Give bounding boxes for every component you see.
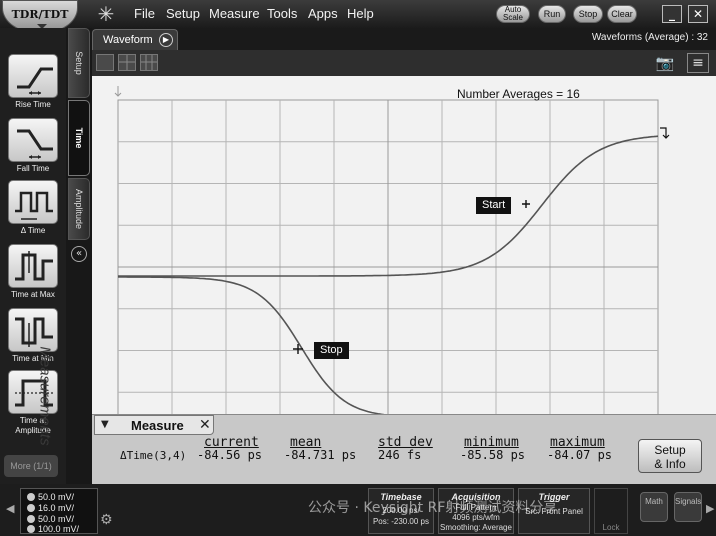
acquisition-smoothing: Smoothing: Average xyxy=(440,523,512,532)
waveform-header: Waveform ▶ Waveforms (Average) : 32 xyxy=(92,28,716,50)
time-at-amplitude-tool[interactable]: Time at Amplitude xyxy=(2,370,64,436)
collapse-left-icon[interactable]: « xyxy=(71,246,87,262)
value-maximum: -84.07 ps xyxy=(547,448,613,462)
app-logo-label: TDR/TDT xyxy=(11,8,69,21)
tab-time-label: Time xyxy=(74,127,84,149)
value-minimum: -85.58 ps xyxy=(460,448,526,462)
delta-time-label: Δ Time xyxy=(20,226,46,235)
signals-label: Signals xyxy=(675,497,702,506)
channel-3-icon xyxy=(27,515,35,523)
time-at-amplitude-label: Time at Amplitude xyxy=(15,416,51,435)
fall-time-icon xyxy=(8,118,58,162)
channel-4-scale: 100.0 mV/ xyxy=(27,524,79,534)
side-tabs: Setup Time Amplitude « xyxy=(66,28,92,484)
time-at-max-icon xyxy=(8,244,58,288)
value-std-dev: 246 fs xyxy=(378,448,422,462)
close-button[interactable]: ✕ xyxy=(688,5,708,23)
tab-setup-label: Setup xyxy=(74,51,84,75)
value-mean: -84.731 ps xyxy=(284,448,357,462)
menu-bar: TDR/TDT ✳ File Setup Measure Tools Apps … xyxy=(0,0,716,34)
scroll-right-icon[interactable]: ▶ xyxy=(706,502,714,515)
time-at-min-icon xyxy=(8,308,58,352)
sparkle-icon[interactable]: ✳ xyxy=(94,2,118,26)
measure-tab[interactable]: ▼ Measure ✕ xyxy=(94,415,214,435)
menu-file[interactable]: File xyxy=(134,6,155,21)
split-layout-icon[interactable] xyxy=(118,54,136,71)
menu-apps[interactable]: Apps xyxy=(308,6,338,21)
delta-time-icon xyxy=(8,180,58,224)
trigger-lock: Lock xyxy=(602,523,620,532)
menu-measure[interactable]: Measure xyxy=(209,6,260,21)
measurement-name: ΔTime(3,4) xyxy=(120,449,187,462)
gear-icon[interactable]: ⚙ xyxy=(100,512,113,528)
rise-time-label: Rise Time xyxy=(15,100,51,109)
channel-3-scale: 50.0 mV/ xyxy=(27,514,74,524)
tab-time[interactable]: Time xyxy=(68,100,90,176)
measure-panel: ▼ Measure ✕ current mean std dev minimum… xyxy=(92,414,716,484)
measurements-label: Measurements xyxy=(36,346,54,446)
waveform-graph[interactable] xyxy=(92,76,716,434)
tab-setup[interactable]: Setup xyxy=(68,28,90,98)
rise-time-icon xyxy=(8,54,58,98)
value-current: -84.56 ps xyxy=(197,448,263,462)
time-at-min-label: Time at Min xyxy=(12,354,54,363)
channel-1-icon xyxy=(27,493,35,501)
time-at-min-tool[interactable]: Time at Min xyxy=(2,308,64,374)
channel-1-scale: 50.0 mV/ xyxy=(27,492,74,502)
delta-time-tool[interactable]: Δ Time xyxy=(2,180,64,246)
measurement-toolbar: Rise Time Fall Time Δ Time Time at Max T… xyxy=(0,28,66,484)
setup-info-button[interactable]: Setup & Info xyxy=(638,439,702,473)
setup-info-line-1: Setup xyxy=(654,443,686,457)
menu-help[interactable]: Help xyxy=(347,6,374,21)
menu-icon[interactable]: ≡ xyxy=(687,53,709,73)
play-icon[interactable]: ▶ xyxy=(159,33,173,47)
tab-amplitude-label: Amplitude xyxy=(74,188,84,230)
time-at-max-tool[interactable]: Time at Max xyxy=(2,244,64,310)
trigger-marker-icon xyxy=(114,86,122,97)
waveform-count: Waveforms (Average) : 32 xyxy=(591,32,708,43)
channel-4-icon xyxy=(27,525,35,533)
menu-tools[interactable]: Tools xyxy=(267,6,297,21)
tab-amplitude[interactable]: Amplitude xyxy=(68,178,90,240)
more-tools-button[interactable]: More (1/1) xyxy=(4,455,58,477)
channel-2-scale: 16.0 mV/ xyxy=(27,503,74,513)
channel-2-icon xyxy=(27,504,35,512)
tile-layout-icon[interactable] xyxy=(140,54,158,71)
minimize-button[interactable]: _ xyxy=(662,5,682,23)
channel-scales[interactable]: 50.0 mV/ 16.0 mV/ 50.0 mV/ 100.0 mV/ xyxy=(20,488,98,534)
math-label: Math xyxy=(645,497,663,506)
waveform-toolbar: 📷 ≡ xyxy=(92,50,716,76)
run-button[interactable]: Run xyxy=(538,5,566,23)
scroll-left-icon[interactable]: ◀ xyxy=(6,502,14,515)
fall-time-tool[interactable]: Fall Time xyxy=(2,118,64,184)
time-at-max-label: Time at Max xyxy=(11,290,55,299)
setup-info-line-2: & Info xyxy=(654,457,686,471)
waveform-plot[interactable]: Number Averages = 16 Start Stop xyxy=(92,76,716,434)
rise-time-tool[interactable]: Rise Time xyxy=(2,54,64,120)
menu-setup[interactable]: Setup xyxy=(166,6,200,21)
auto-scale-button[interactable]: Auto Scale xyxy=(496,5,530,23)
tab-waveform[interactable]: Waveform ▶ xyxy=(92,29,178,50)
watermark-text: 公众号 · Keysight RF射频测试资料分享 xyxy=(308,500,558,516)
single-layout-icon[interactable] xyxy=(96,54,114,71)
lock-indicator: Lock xyxy=(594,488,628,534)
number-averages: Number Averages = 16 xyxy=(457,87,580,101)
camera-icon[interactable]: 📷 xyxy=(653,54,677,72)
chevron-down-icon[interactable]: ▼ xyxy=(101,419,109,430)
start-marker[interactable]: Start xyxy=(476,197,512,214)
fall-time-label: Fall Time xyxy=(16,164,50,173)
clear-button[interactable]: Clear xyxy=(607,5,637,23)
stop-button[interactable]: Stop xyxy=(573,5,603,23)
channel-ref-icon-top xyxy=(660,127,670,139)
timebase-position: Pos: -230.00 ps xyxy=(372,517,430,526)
tab-waveform-label: Waveform xyxy=(103,34,153,46)
close-icon[interactable]: ✕ xyxy=(199,417,211,433)
measure-title: Measure xyxy=(131,418,184,433)
signals-button[interactable]: Signals xyxy=(674,492,702,522)
stop-marker[interactable]: Stop xyxy=(314,342,349,359)
math-button[interactable]: Math xyxy=(640,492,668,522)
